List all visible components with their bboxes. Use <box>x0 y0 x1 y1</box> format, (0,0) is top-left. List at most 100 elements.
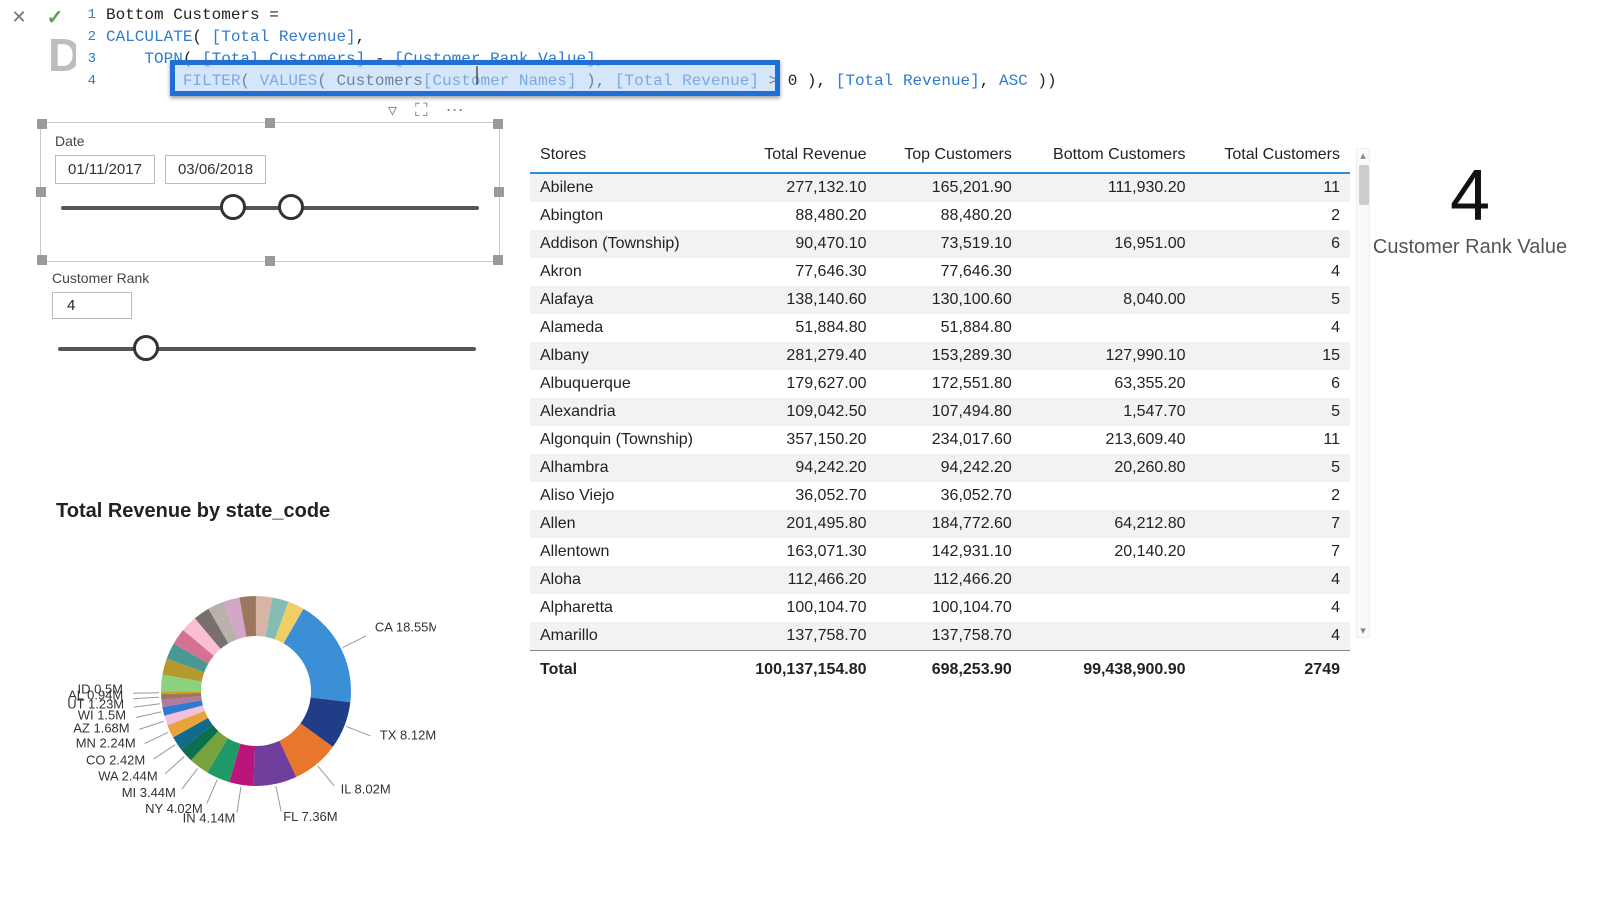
table-row[interactable]: Addison (Township)90,470.1073,519.1016,9… <box>530 230 1350 258</box>
table-row[interactable]: Akron77,646.3077,646.304 <box>530 258 1350 286</box>
donut-label: CA 18.55M <box>375 619 436 634</box>
table-cell: Alameda <box>530 314 727 342</box>
table-row[interactable]: Aloha112,466.20112,466.204 <box>530 566 1350 594</box>
date-slider[interactable] <box>61 194 479 224</box>
table-row[interactable]: Alafaya138,140.60130,100.608,040.005 <box>530 286 1350 314</box>
table-cell: 36,052.70 <box>877 482 1022 510</box>
table-header[interactable]: Bottom Customers <box>1022 140 1196 173</box>
table-cell <box>1022 202 1196 230</box>
table-cell: 7 <box>1196 510 1350 538</box>
table-cell: Aloha <box>530 566 727 594</box>
donut-label: IL 8.02M <box>341 782 391 797</box>
card-value: 4 <box>1360 160 1580 232</box>
table-row[interactable]: Albuquerque179,627.00172,551.8063,355.20… <box>530 370 1350 398</box>
table-row[interactable]: Allentown163,071.30142,931.1020,140.207 <box>530 538 1350 566</box>
table-cell: 201,495.80 <box>727 510 876 538</box>
table-cell: 6 <box>1196 230 1350 258</box>
rank-slider[interactable] <box>58 335 476 365</box>
table-row[interactable]: Alpharetta100,104.70100,104.704 <box>530 594 1350 622</box>
table-cell: 4 <box>1196 594 1350 622</box>
table-cell: 137,758.70 <box>877 622 1022 651</box>
resize-handle[interactable] <box>493 119 503 129</box>
donut-label: ID 0.5M <box>78 681 124 696</box>
filter-icon[interactable]: ▿ <box>388 100 397 121</box>
table-row[interactable]: Abilene277,132.10165,201.90111,930.2011 <box>530 173 1350 202</box>
table-header[interactable]: Stores <box>530 140 727 173</box>
table-cell: 73,519.10 <box>877 230 1022 258</box>
table-cell: 179,627.00 <box>727 370 876 398</box>
donut-label: TX 8.12M <box>380 728 436 743</box>
table-cell: 107,494.80 <box>877 398 1022 426</box>
scroll-down-icon[interactable]: ▾ <box>1357 624 1369 637</box>
table-cell: 127,990.10 <box>1022 342 1196 370</box>
resize-handle[interactable] <box>37 119 47 129</box>
table-cell: 94,242.20 <box>877 454 1022 482</box>
rank-value-input[interactable]: 4 <box>52 292 132 319</box>
resize-handle[interactable] <box>37 255 47 265</box>
table-total-cell: 100,137,154.80 <box>727 651 876 690</box>
table-cell: 88,480.20 <box>727 202 876 230</box>
card-label: Customer Rank Value <box>1360 236 1580 259</box>
table-cell: 94,242.20 <box>727 454 876 482</box>
date-end-input[interactable]: 03/06/2018 <box>165 155 266 184</box>
more-options-icon[interactable]: ⋯ <box>446 100 464 121</box>
donut-label: FL 7.36M <box>283 809 337 824</box>
table-row[interactable]: Algonquin (Township)357,150.20234,017.60… <box>530 426 1350 454</box>
resize-handle[interactable] <box>265 118 275 128</box>
rank-card-visual[interactable]: 4 Customer Rank Value <box>1360 160 1580 259</box>
resize-handle[interactable] <box>494 187 504 197</box>
donut-label: NY 4.02M <box>145 801 203 816</box>
table-cell <box>1022 258 1196 286</box>
cancel-formula-icon[interactable] <box>8 6 30 28</box>
table-cell: 112,466.20 <box>877 566 1022 594</box>
table-cell: 142,931.10 <box>877 538 1022 566</box>
table-cell: Aliso Viejo <box>530 482 727 510</box>
slider-thumb-end[interactable] <box>278 194 304 220</box>
slider-thumb[interactable] <box>133 335 159 361</box>
donut-label: WA 2.44M <box>98 769 157 784</box>
dax-formula-editor[interactable]: 1234 Bottom Customers =CALCULATE( [Total… <box>76 4 1592 92</box>
table-row[interactable]: Alhambra94,242.2094,242.2020,260.805 <box>530 454 1350 482</box>
focus-mode-icon[interactable]: ⛶ <box>415 100 428 121</box>
table-cell: 163,071.30 <box>727 538 876 566</box>
date-start-input[interactable]: 01/11/2017 <box>55 155 155 184</box>
date-slicer-visual[interactable]: Date 01/11/2017 03/06/2018 <box>40 122 500 262</box>
table-row[interactable]: Abington88,480.2088,480.202 <box>530 202 1350 230</box>
table-cell: Algonquin (Township) <box>530 426 727 454</box>
table-cell: 15 <box>1196 342 1350 370</box>
table-cell: 88,480.20 <box>877 202 1022 230</box>
slicer-title: Customer Rank <box>52 270 482 286</box>
table-cell: 90,470.10 <box>727 230 876 258</box>
stores-table-visual[interactable]: StoresTotal RevenueTop CustomersBottom C… <box>530 140 1350 689</box>
table-cell: Akron <box>530 258 727 286</box>
table-row[interactable]: Aliso Viejo36,052.7036,052.702 <box>530 482 1350 510</box>
table-row[interactable]: Alexandria109,042.50107,494.801,547.705 <box>530 398 1350 426</box>
table-row[interactable]: Amarillo137,758.70137,758.704 <box>530 622 1350 651</box>
donut-label: MI 3.44M <box>122 785 176 800</box>
resize-handle[interactable] <box>493 255 503 265</box>
resize-handle[interactable] <box>36 187 46 197</box>
table-cell: Allentown <box>530 538 727 566</box>
table-cell: 5 <box>1196 286 1350 314</box>
table-cell: 20,140.20 <box>1022 538 1196 566</box>
commit-formula-icon[interactable] <box>44 6 66 28</box>
table-row[interactable]: Alameda51,884.8051,884.804 <box>530 314 1350 342</box>
table-header[interactable]: Total Customers <box>1196 140 1350 173</box>
slider-thumb-start[interactable] <box>220 194 246 220</box>
table-row[interactable]: Allen201,495.80184,772.6064,212.807 <box>530 510 1350 538</box>
rank-slicer-visual[interactable]: Customer Rank 4 <box>52 270 482 365</box>
table-cell: 63,355.20 <box>1022 370 1196 398</box>
table-header[interactable]: Total Revenue <box>727 140 876 173</box>
table-cell: Albany <box>530 342 727 370</box>
table-cell <box>1022 622 1196 651</box>
table-header[interactable]: Top Customers <box>877 140 1022 173</box>
table-cell: Addison (Township) <box>530 230 727 258</box>
table-cell: 1,547.70 <box>1022 398 1196 426</box>
resize-handle[interactable] <box>265 256 275 266</box>
table-cell: 277,132.10 <box>727 173 876 202</box>
table-row[interactable]: Albany281,279.40153,289.30127,990.1015 <box>530 342 1350 370</box>
donut-chart-visual[interactable]: Total Revenue by state_code CA 18.55MTX … <box>56 500 496 856</box>
table-cell: 6 <box>1196 370 1350 398</box>
table-cell: Allen <box>530 510 727 538</box>
table-total-cell: Total <box>530 651 727 690</box>
